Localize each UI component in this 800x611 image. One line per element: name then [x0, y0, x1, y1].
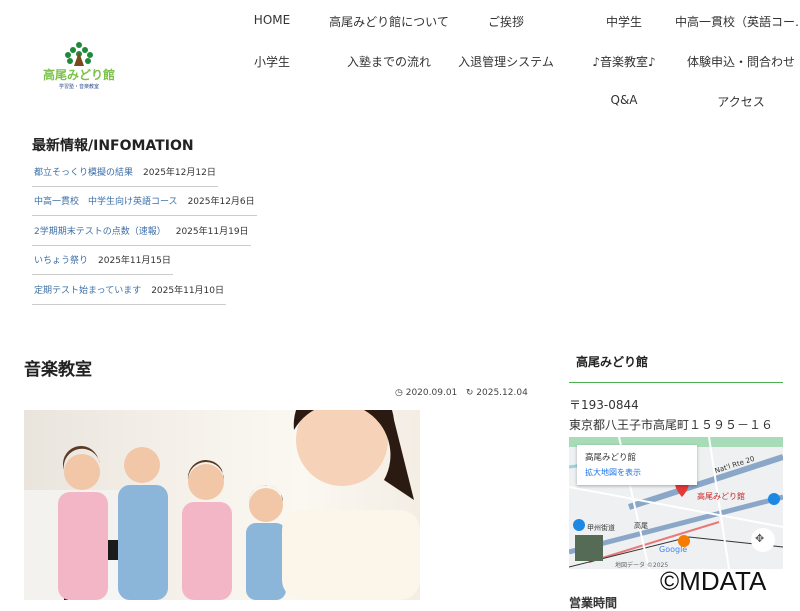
news-item: 中高一貫校 中学生向け英語コース 2025年12月6日: [32, 194, 257, 216]
map-street-label: 甲州街道: [587, 524, 615, 532]
svg-text:学習塾・音楽教室: 学習塾・音楽教室: [59, 83, 99, 90]
map-move-icon[interactable]: ✥: [755, 532, 764, 545]
map-station-label: 高尾: [634, 522, 648, 530]
news-link[interactable]: 中高一貫校 中学生向け英語コース: [34, 197, 178, 207]
news-date: 2025年11月15日: [98, 256, 171, 266]
nav-elementary[interactable]: 小学生: [254, 53, 290, 70]
news-item: 都立そっくり模擬の結果 2025年12月12日: [32, 165, 218, 187]
view-larger-map-link[interactable]: 拡大地図を表示: [585, 467, 689, 478]
map-pin-label: 高尾みどり館: [697, 492, 745, 501]
nav-junior-high[interactable]: 中学生: [606, 13, 642, 30]
news-item: 定期テスト始まっています 2025年11月10日: [32, 283, 227, 305]
article-photo: [24, 410, 420, 600]
svg-text:高尾みどり館: 高尾みどり館: [43, 67, 115, 82]
published-date: 2020.09.01: [405, 388, 458, 398]
news-item: 2学期期末テストの点数（速報） 2025年11月19日: [32, 224, 251, 246]
map-place-name: 高尾みどり館: [585, 453, 637, 463]
nav-about[interactable]: 高尾みどり館について: [329, 13, 449, 30]
nav-enrollment-flow[interactable]: 入塾までの流れ: [347, 53, 431, 70]
site-logo[interactable]: 高尾みどり館 学習塾・音楽教室: [32, 40, 127, 95]
news-link[interactable]: 都立そっくり模擬の結果: [34, 168, 133, 178]
update-icon: ↻: [465, 388, 474, 398]
news-date: 2025年11月10日: [151, 286, 225, 296]
nav-access[interactable]: アクセス: [717, 93, 764, 110]
nav-greeting[interactable]: ご挨拶: [488, 13, 524, 30]
news-heading: 最新情報/INFOMATION: [32, 138, 194, 154]
address: 東京都八王子市高尾町１５９５－１６: [569, 418, 774, 432]
news-date: 2025年12月12日: [143, 168, 216, 178]
nav-integrated-school[interactable]: 中高一貫校（英語コー…: [675, 13, 800, 30]
sidebar-title: 高尾みどり館: [576, 355, 649, 369]
news-link[interactable]: 定期テスト始まっています: [34, 286, 141, 296]
nav-home[interactable]: HOME: [254, 13, 290, 27]
post-dates: ◷ 2020.09.01 ↻ 2025.12.04: [395, 388, 528, 398]
clock-icon: ◷: [395, 388, 403, 398]
page-title: 音楽教室: [24, 360, 92, 380]
map-info-card: 高尾みどり館 拡大地図を表示: [577, 445, 697, 485]
sidebar-divider: [569, 382, 783, 383]
business-hours-heading: 営業時間: [569, 596, 618, 610]
news-link[interactable]: いちょう祭り: [34, 256, 88, 266]
news-item: いちょう祭り 2025年11月15日: [32, 253, 173, 275]
news-date: 2025年11月19日: [175, 227, 249, 237]
news-link[interactable]: 2学期期末テストの点数（速報）: [34, 227, 166, 237]
updated-date: 2025.12.04: [476, 388, 528, 398]
nav-qa[interactable]: Q&A: [610, 93, 637, 107]
watermark: ©MDATA: [660, 566, 767, 596]
nav-music-class[interactable]: ♪音楽教室♪: [592, 53, 655, 70]
google-map[interactable]: 高尾みどり館 拡大地図を表示 高尾みどり館 Nat'l Rte 20 高尾 甲州…: [569, 437, 783, 569]
nav-contact[interactable]: 体験申込・問合わせ: [687, 53, 795, 70]
news-date: 2025年12月6日: [187, 197, 255, 207]
google-logo: Google: [659, 545, 688, 554]
postal-code: 〒193-0844: [569, 398, 639, 412]
nav-attendance-system[interactable]: 入退管理システム: [458, 53, 554, 70]
